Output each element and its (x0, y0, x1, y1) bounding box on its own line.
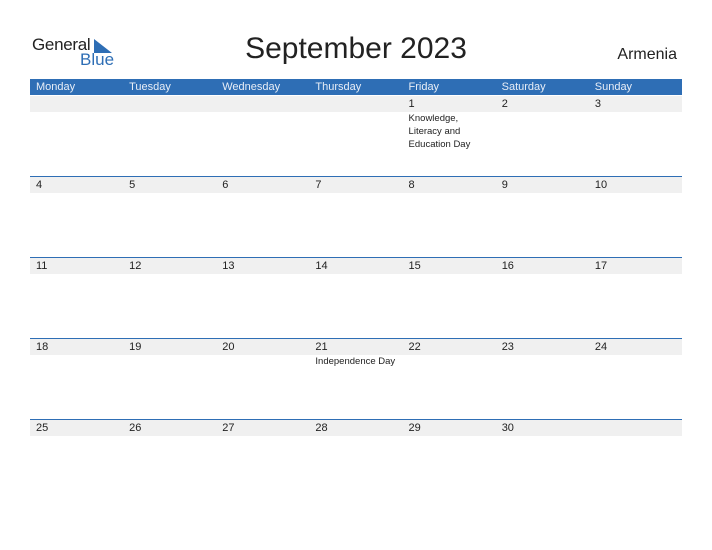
weekday-thursday: Thursday (315, 81, 362, 93)
week-row: 11 12 13 14 15 16 17 (30, 257, 682, 338)
day-cell: 10 (589, 177, 682, 257)
calendar-title: September 2023 (245, 32, 467, 65)
week-row: 1 Knowledge, Literacy and Education Day 2 3 (30, 96, 682, 177)
weekday-saturday: Saturday (501, 81, 546, 93)
day-cell: 14 (309, 258, 402, 338)
weekday-wednesday: Wednesday (222, 81, 281, 93)
day-cell (589, 420, 682, 500)
day-cell: 13 (216, 258, 309, 338)
week-row: 25 26 27 28 29 30 (30, 419, 682, 500)
day-cell (216, 96, 309, 176)
day-number: 14 (315, 260, 328, 272)
weekday-tuesday: Tuesday (129, 81, 171, 93)
day-cell: 8 (403, 177, 496, 257)
day-number: 1 (408, 98, 415, 110)
day-number: 20 (222, 341, 235, 353)
day-number: 29 (408, 422, 421, 434)
day-number: 19 (129, 341, 142, 353)
day-cell: 23 (496, 339, 589, 419)
day-cell: 4 (30, 177, 123, 257)
weekday-header: Monday Tuesday Wednesday Thursday Friday… (30, 79, 682, 95)
day-number: 21 (315, 341, 328, 353)
holiday-label: Independence Day (315, 356, 396, 367)
day-cell (309, 96, 402, 176)
day-cell: 19 (123, 339, 216, 419)
day-number: 7 (315, 179, 322, 191)
day-number: 18 (36, 341, 49, 353)
weekday-sunday: Sunday (594, 81, 633, 93)
day-number: 28 (315, 422, 328, 434)
day-cell: 26 (123, 420, 216, 500)
day-cell (123, 96, 216, 176)
day-number: 10 (594, 179, 608, 191)
day-cell: 12 (123, 258, 216, 338)
day-number: 12 (129, 260, 142, 272)
week-row: 4 5 6 7 8 9 10 (30, 176, 682, 257)
day-cell: 11 (30, 258, 123, 338)
holiday-label: Knowledge, Literacy and Education Day (408, 113, 471, 150)
day-cell: 22 (403, 339, 496, 419)
day-number: 25 (36, 422, 49, 434)
day-number: 3 (594, 98, 601, 110)
day-number: 13 (222, 260, 235, 272)
day-cell: 16 (496, 258, 589, 338)
day-number: 30 (501, 422, 514, 434)
day-cell: 27 (216, 420, 309, 500)
day-number: 8 (408, 179, 415, 191)
day-cell: 30 (496, 420, 589, 500)
day-cell: 24 (589, 339, 682, 419)
day-cell (30, 96, 123, 176)
day-number: 5 (129, 179, 136, 191)
day-number: 17 (594, 260, 608, 272)
day-number: 23 (501, 341, 514, 353)
day-cell: 21 Independence Day (309, 339, 402, 419)
day-cell: 28 (309, 420, 402, 500)
day-cell: 18 (30, 339, 123, 419)
day-cell: 2 (496, 96, 589, 176)
day-number: 4 (36, 179, 43, 191)
day-cell: 9 (496, 177, 589, 257)
day-cell: 5 (123, 177, 216, 257)
weekday-friday: Friday (408, 81, 440, 93)
day-number: 26 (129, 422, 142, 434)
day-cell: 3 (589, 96, 682, 176)
day-cell: 1 Knowledge, Literacy and Education Day (403, 96, 496, 176)
day-number: 24 (594, 341, 608, 353)
day-number: 6 (222, 179, 229, 191)
day-cell: 7 (309, 177, 402, 257)
day-cell: 29 (403, 420, 496, 500)
day-number: 27 (222, 422, 235, 434)
day-cell: 20 (216, 339, 309, 419)
day-number: 15 (408, 260, 421, 272)
day-number: 22 (408, 341, 421, 353)
day-cell: 15 (403, 258, 496, 338)
day-number: 16 (501, 260, 514, 272)
day-number: 11 (36, 260, 48, 272)
day-number: 9 (501, 179, 508, 191)
day-cell: 25 (30, 420, 123, 500)
day-number: 2 (501, 98, 508, 110)
day-cell: 6 (216, 177, 309, 257)
country-label: Armenia (617, 46, 677, 63)
week-row: 18 19 20 21 Independence Day 22 23 24 (30, 338, 682, 419)
weekday-monday: Monday (36, 81, 76, 93)
day-cell: 17 (589, 258, 682, 338)
